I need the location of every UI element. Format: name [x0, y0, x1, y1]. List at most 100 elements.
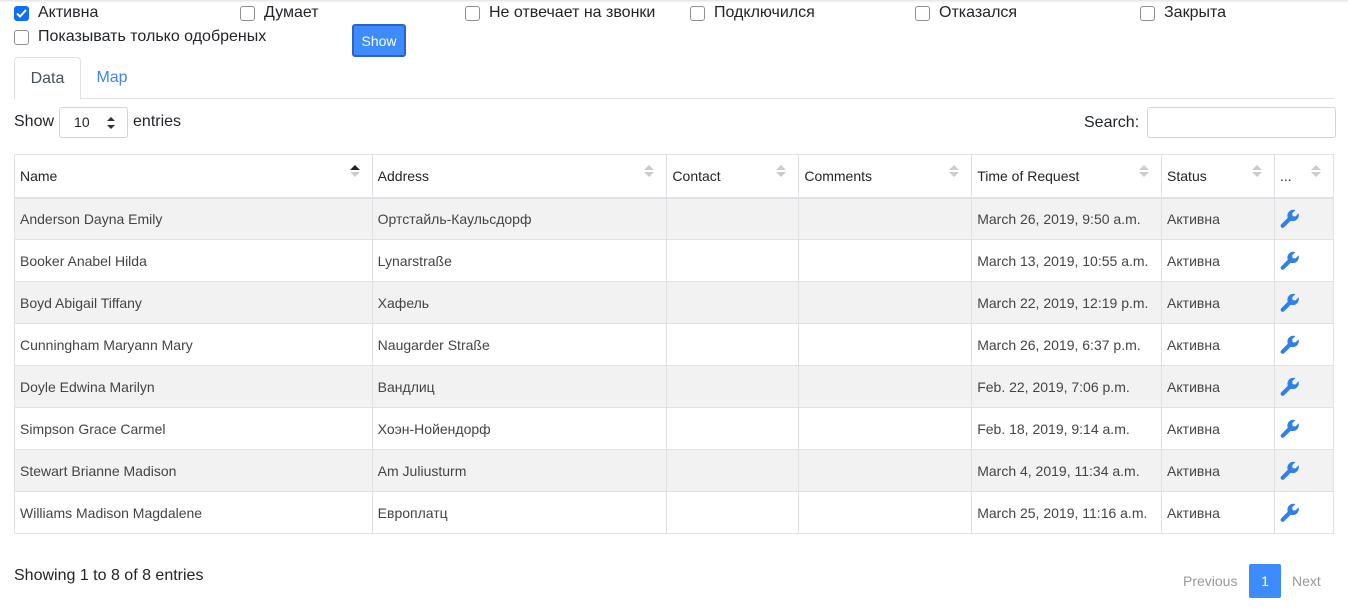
cell-comments [798, 323, 973, 366]
search-group: Search: [1084, 107, 1337, 138]
header-row: Name Address Contact Comments Time of Re… [14, 154, 1335, 199]
filter-connected[interactable]: Подключился [690, 2, 815, 24]
wrench-icon[interactable] [1280, 209, 1300, 229]
column-header-actions[interactable]: ... [1273, 154, 1335, 199]
sort-asc-icon [349, 165, 360, 177]
sort-icon [1311, 165, 1321, 177]
checkbox-closed[interactable] [1140, 5, 1155, 21]
column-header-contact[interactable]: Contact [666, 154, 800, 199]
entries-length: Show 10 entries [14, 106, 181, 138]
column-header-address[interactable]: Address [371, 154, 668, 199]
filter-label: Активна [38, 4, 99, 21]
checkbox-approved-only[interactable] [14, 29, 29, 45]
checkbox-active[interactable] [14, 5, 29, 21]
data-table: Name Address Contact Comments Time of Re… [14, 154, 1335, 534]
cell-status: Активна [1161, 323, 1275, 366]
column-header-time[interactable]: Time of Request [971, 154, 1163, 199]
cell-address: Хоэн-Нойендорф [371, 407, 668, 450]
select-arrows-icon [107, 116, 116, 129]
cell-status: Активна [1161, 365, 1275, 408]
cell-name: Booker Anabel Hilda [14, 239, 373, 282]
cell-action [1273, 449, 1335, 492]
table-row: Simpson Grace Carmel Хоэн-Нойендорф Feb. 1… [14, 407, 1335, 450]
cell-address: Lynarstraße [371, 239, 668, 282]
checkbox-thinking[interactable] [240, 5, 255, 21]
length-prefix: Show [14, 113, 55, 130]
filter-label: Отказался [939, 4, 1018, 21]
cell-time: March 26, 2019, 6:37 p.m. [971, 323, 1163, 366]
table-row: Booker Anabel Hilda Lynarstraße March 13, … [14, 239, 1335, 282]
table-row: Stewart Brianne Madison Am Juliusturm Marc… [14, 449, 1335, 492]
cell-time: March 26, 2019, 9:50 a.m. [971, 197, 1163, 240]
column-header-label: Name [20, 167, 58, 184]
cell-address: Am Juliusturm [371, 449, 668, 492]
cell-status: Активна [1161, 197, 1275, 240]
filter-approved-only[interactable]: Показывать только одобреных [14, 26, 266, 48]
cell-status: Активна [1161, 239, 1275, 282]
entries-select[interactable]: 10 [59, 106, 129, 138]
column-header-label: Contact [672, 167, 721, 184]
entries-select-value: 10 [74, 114, 90, 130]
column-header-status[interactable]: Status [1161, 154, 1275, 199]
pagination-next[interactable]: Next [1292, 564, 1321, 598]
cell-action [1273, 491, 1335, 534]
cell-contact [666, 491, 800, 534]
filter-label: Думает [264, 4, 319, 21]
filter-label: Показывать только одобреных [38, 28, 267, 45]
sort-icon [1139, 165, 1150, 177]
sort-icon [644, 165, 655, 177]
search-input[interactable] [1147, 107, 1337, 138]
checkbox-no-answer[interactable] [465, 5, 480, 21]
wrench-icon[interactable] [1280, 377, 1300, 397]
cell-time: Feb. 18, 2019, 9:14 a.m. [971, 407, 1163, 450]
column-header-label: Status [1167, 167, 1207, 184]
sort-icon [776, 165, 787, 177]
filter-thinking[interactable]: Думает [240, 2, 319, 24]
filter-declined[interactable]: Отказался [915, 2, 1017, 24]
wrench-icon[interactable] [1280, 335, 1300, 355]
cell-name: Williams Madison Magdalene [14, 491, 373, 534]
tab-map[interactable]: Map [81, 57, 143, 99]
filter-label: Закрыта [1164, 4, 1227, 21]
cell-comments [798, 239, 973, 282]
cell-time: March 22, 2019, 12:19 p.m. [971, 281, 1163, 324]
cell-contact [666, 365, 800, 408]
cell-comments [798, 449, 973, 492]
table-info: Showing 1 to 8 of 8 entries [14, 567, 204, 584]
table-row: Boyd Abigail Tiffany Хафель March 22, 2019… [14, 281, 1335, 324]
filter-closed[interactable]: Закрыта [1140, 2, 1226, 24]
tab-bar: Data Map [14, 57, 1334, 100]
cell-name: Boyd Abigail Tiffany [14, 281, 373, 324]
cell-status: Активна [1161, 281, 1275, 324]
cell-contact [666, 239, 800, 282]
column-header-comments[interactable]: Comments [798, 154, 973, 199]
cell-status: Активна [1161, 449, 1275, 492]
cell-name: Simpson Grace Carmel [14, 407, 373, 450]
cell-address: Вандлиц [371, 365, 668, 408]
filter-no-answer[interactable]: Не отвечает на звонки [465, 2, 655, 24]
cell-time: March 4, 2019, 11:34 a.m. [971, 449, 1163, 492]
wrench-icon[interactable] [1280, 503, 1300, 523]
wrench-icon[interactable] [1280, 251, 1300, 271]
filter-active[interactable]: Активна [14, 2, 98, 24]
table-row: Doyle Edwina Marilyn Вандлиц Feb. 22, 2019… [14, 365, 1335, 408]
cell-address: Naugarder Straße [371, 323, 668, 366]
pagination-previous[interactable]: Previous [1183, 564, 1237, 598]
sort-icon [949, 165, 960, 177]
show-button[interactable]: Show [352, 24, 406, 57]
wrench-icon[interactable] [1280, 293, 1300, 313]
checkbox-declined[interactable] [915, 5, 930, 21]
cell-contact [666, 197, 800, 240]
column-header-name[interactable]: Name [14, 154, 373, 199]
checkbox-connected[interactable] [690, 5, 705, 21]
wrench-icon[interactable] [1280, 461, 1300, 481]
filter-label: Не отвечает на звонки [489, 4, 656, 21]
cell-name: Doyle Edwina Marilyn [14, 365, 373, 408]
pagination-page-1[interactable]: 1 [1249, 564, 1281, 598]
column-header-label: ... [1279, 167, 1292, 184]
tab-data[interactable]: Data [14, 57, 81, 100]
cell-address: Ортстайль-Каульсдорф [371, 197, 668, 240]
wrench-icon[interactable] [1280, 419, 1300, 439]
cell-time: Feb. 22, 2019, 7:06 p.m. [971, 365, 1163, 408]
cell-address: Европлатц [371, 491, 668, 534]
